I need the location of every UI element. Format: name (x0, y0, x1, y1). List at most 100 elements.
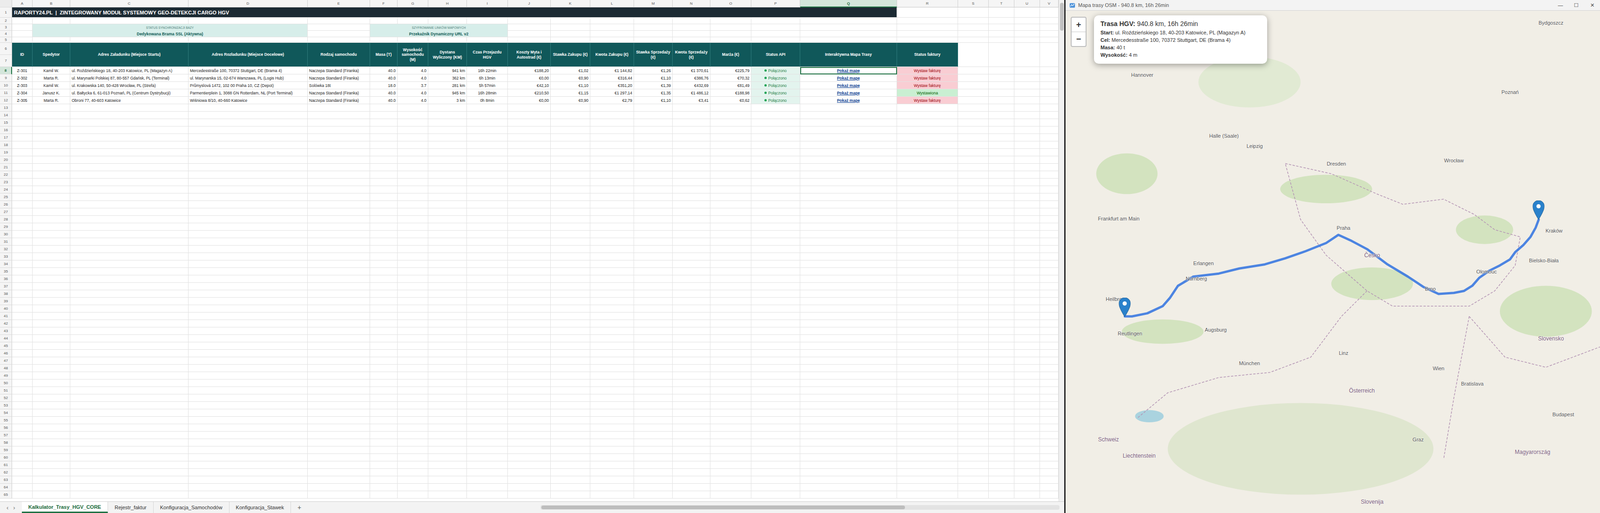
empty-cell[interactable] (897, 268, 959, 276)
empty-cell[interactable] (307, 37, 371, 43)
empty-cell[interactable] (32, 394, 71, 403)
empty-cell[interactable] (12, 238, 33, 246)
row-number[interactable]: 56 (0, 424, 13, 433)
buy-rate-cell[interactable]: €0,90 (550, 74, 591, 82)
empty-cell[interactable] (32, 216, 71, 224)
empty-cell[interactable] (1039, 283, 1059, 291)
empty-cell[interactable] (634, 320, 673, 328)
empty-cell[interactable] (550, 178, 591, 187)
height-cell[interactable]: 4.0 (397, 96, 429, 105)
empty-cell[interactable] (710, 148, 752, 157)
empty-cell[interactable] (188, 484, 308, 492)
empty-cell[interactable] (1039, 320, 1059, 328)
row-number[interactable]: 34 (0, 260, 13, 269)
empty-cell[interactable] (1014, 327, 1040, 336)
empty-cell[interactable] (507, 104, 551, 112)
empty-cell[interactable] (428, 111, 467, 120)
empty-cell[interactable] (590, 409, 635, 418)
empty-cell[interactable] (634, 260, 673, 269)
empty-cell[interactable] (634, 208, 673, 217)
add-sheet-button[interactable]: + (290, 502, 308, 513)
empty-cell[interactable] (634, 417, 673, 425)
empty-cell[interactable] (32, 178, 71, 187)
empty-cell[interactable] (307, 119, 371, 127)
empty-cell[interactable] (1014, 111, 1040, 120)
empty-cell[interactable] (397, 446, 429, 455)
empty-cell[interactable] (428, 372, 467, 380)
empty-cell[interactable] (12, 417, 33, 425)
empty-cell[interactable] (1039, 372, 1059, 380)
empty-cell[interactable] (958, 17, 989, 25)
row-number[interactable]: 67 (0, 42, 13, 68)
empty-cell[interactable] (672, 394, 711, 403)
forwarder-cell[interactable]: Kamil W. (32, 81, 71, 90)
empty-cell[interactable] (1039, 37, 1059, 43)
empty-cell[interactable] (428, 17, 467, 25)
empty-cell[interactable] (370, 245, 398, 254)
empty-cell[interactable] (550, 417, 591, 425)
empty-cell[interactable] (397, 402, 429, 410)
empty-cell[interactable] (710, 394, 752, 403)
empty-cell[interactable] (466, 350, 508, 358)
column-header[interactable]: Masa (T) (370, 42, 398, 68)
empty-cell[interactable] (70, 364, 189, 373)
empty-cell[interactable] (188, 134, 308, 142)
empty-cell[interactable] (958, 268, 989, 276)
empty-cell[interactable] (988, 379, 1015, 388)
empty-cell[interactable] (958, 446, 989, 455)
empty-cell[interactable] (550, 402, 591, 410)
empty-cell[interactable] (897, 230, 959, 239)
empty-cell[interactable] (590, 119, 635, 127)
empty-cell[interactable] (590, 424, 635, 433)
empty-cell[interactable] (307, 469, 371, 477)
empty-cell[interactable] (988, 394, 1015, 403)
empty-cell[interactable] (307, 342, 371, 351)
empty-cell[interactable] (507, 37, 551, 43)
empty-cell[interactable] (897, 178, 959, 187)
empty-cell[interactable] (1039, 454, 1059, 462)
empty-cell[interactable] (751, 178, 801, 187)
empty-cell[interactable] (751, 372, 801, 380)
empty-cell[interactable] (958, 7, 989, 18)
distance-cell[interactable]: 945 km (428, 89, 467, 97)
empty-cell[interactable] (307, 372, 371, 380)
empty-cell[interactable] (397, 372, 429, 380)
empty-cell[interactable] (958, 223, 989, 231)
empty-cell[interactable] (188, 417, 308, 425)
column-letter[interactable]: F (370, 0, 398, 8)
empty-cell[interactable] (751, 432, 801, 440)
empty-cell[interactable] (672, 119, 711, 127)
empty-cell[interactable] (370, 476, 398, 485)
empty-cell[interactable] (988, 260, 1015, 269)
api-status-cell[interactable]: Połączono (751, 74, 801, 82)
sell-rate-cell[interactable]: €1,26 (634, 67, 673, 75)
empty-cell[interactable] (958, 238, 989, 246)
empty-cell[interactable] (710, 260, 752, 269)
empty-cell[interactable] (1014, 7, 1040, 18)
column-header[interactable]: Status faktury (897, 42, 959, 68)
empty-cell[interactable] (634, 283, 673, 291)
empty-cell[interactable] (1014, 30, 1040, 38)
empty-cell[interactable] (397, 253, 429, 261)
empty-cell[interactable] (1039, 119, 1059, 127)
empty-cell[interactable] (958, 432, 989, 440)
empty-cell[interactable] (1014, 238, 1040, 246)
empty-cell[interactable] (370, 297, 398, 306)
empty-cell[interactable] (466, 491, 508, 500)
empty-cell[interactable] (958, 193, 989, 202)
column-letter[interactable]: D (188, 0, 308, 8)
empty-cell[interactable] (710, 104, 752, 112)
empty-cell[interactable] (897, 297, 959, 306)
empty-cell[interactable] (672, 387, 711, 395)
empty-cell[interactable] (70, 178, 189, 187)
margin-cell[interactable]: €81,49 (710, 81, 752, 90)
empty-cell[interactable] (1039, 104, 1059, 112)
empty-cell[interactable] (307, 216, 371, 224)
empty-cell[interactable] (397, 335, 429, 343)
empty-cell[interactable] (958, 364, 989, 373)
empty-cell[interactable] (751, 320, 801, 328)
empty-cell[interactable] (672, 163, 711, 172)
empty-cell[interactable] (590, 350, 635, 358)
empty-cell[interactable] (32, 357, 71, 365)
empty-cell[interactable] (672, 37, 711, 43)
